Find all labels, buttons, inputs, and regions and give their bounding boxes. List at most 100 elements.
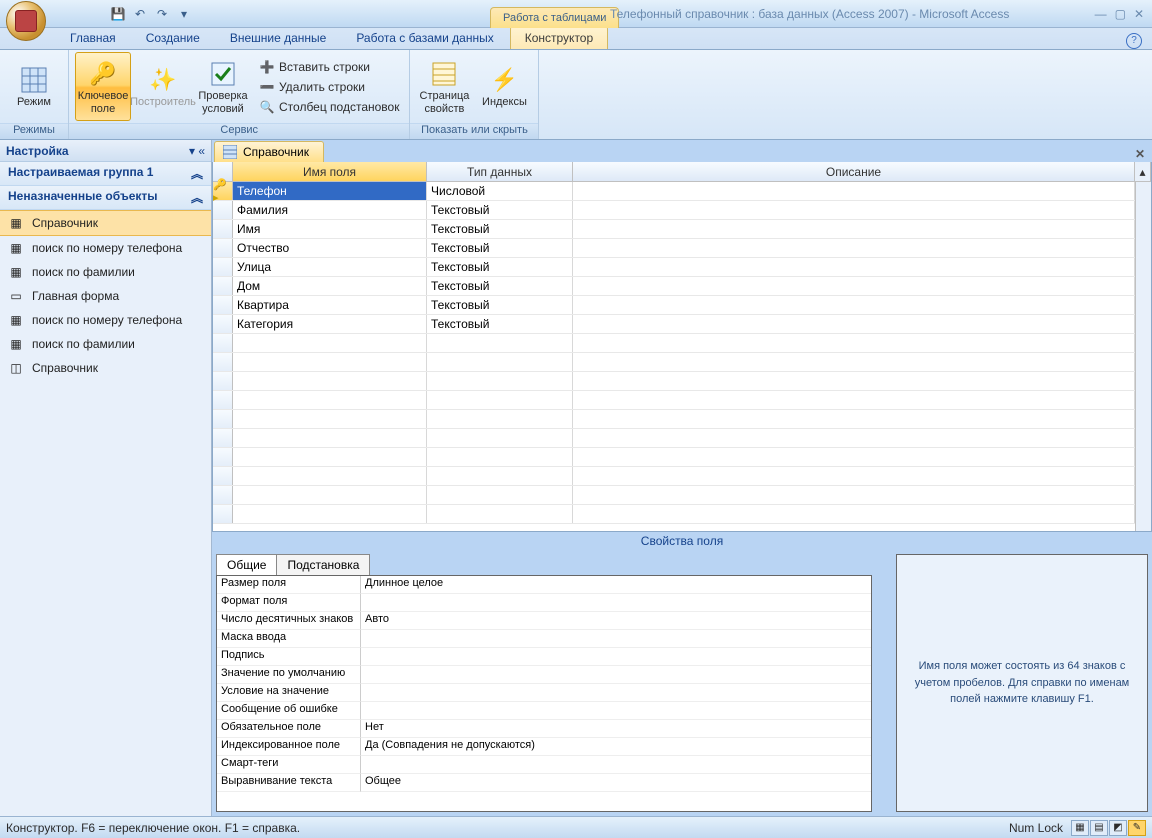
cell-datatype[interactable]: Текстовый: [427, 277, 573, 295]
property-value[interactable]: [361, 594, 871, 612]
tab-create[interactable]: Создание: [132, 27, 214, 49]
lookup-column-button[interactable]: 🔍Столбец подстановок: [255, 98, 403, 116]
property-value[interactable]: [361, 630, 871, 648]
row-selector[interactable]: [213, 334, 233, 352]
table-row[interactable]: [213, 486, 1135, 505]
save-icon[interactable]: 💾: [110, 6, 126, 22]
cell-fieldname[interactable]: Телефон: [233, 182, 427, 200]
cell-fieldname[interactable]: [233, 334, 427, 352]
chevron-down-icon[interactable]: ▾ «: [189, 144, 205, 158]
cell-description[interactable]: [573, 239, 1135, 257]
cell-datatype[interactable]: [427, 391, 573, 409]
cell-description[interactable]: [573, 429, 1135, 447]
row-selector[interactable]: [213, 315, 233, 333]
property-value[interactable]: [361, 702, 871, 720]
builder-button[interactable]: ✨ Построитель: [135, 52, 191, 121]
property-sheet-button[interactable]: Страница свойств: [416, 52, 472, 121]
cell-description[interactable]: [573, 258, 1135, 276]
property-grid[interactable]: Размер поля Длинное целоеФормат поля Чис…: [216, 575, 872, 812]
row-selector[interactable]: [213, 239, 233, 257]
view-design-button[interactable]: ✎: [1128, 820, 1146, 836]
tab-design[interactable]: Конструктор: [510, 26, 608, 49]
cell-datatype[interactable]: [427, 467, 573, 485]
row-selector[interactable]: [213, 429, 233, 447]
property-value[interactable]: Общее: [361, 774, 871, 792]
cell-description[interactable]: [573, 220, 1135, 238]
cell-description[interactable]: [573, 410, 1135, 428]
nav-item[interactable]: ▦поиск по фамилии: [0, 260, 211, 284]
view-pivotchart-button[interactable]: ◩: [1109, 820, 1127, 836]
cell-fieldname[interactable]: Отчество: [233, 239, 427, 257]
cell-datatype[interactable]: Текстовый: [427, 220, 573, 238]
nav-item[interactable]: ▦Справочник: [0, 210, 211, 236]
cell-description[interactable]: [573, 334, 1135, 352]
minimize-button[interactable]: —: [1095, 7, 1107, 21]
nav-group-custom[interactable]: Настраиваемая группа 1︽: [0, 162, 211, 186]
cell-datatype[interactable]: Текстовый: [427, 296, 573, 314]
view-datasheet-button[interactable]: ▦: [1071, 820, 1089, 836]
col-header-datatype[interactable]: Тип данных: [427, 162, 573, 182]
table-row[interactable]: 🔑▸ Телефон Числовой: [213, 182, 1135, 201]
insert-rows-button[interactable]: ➕Вставить строки: [255, 58, 403, 76]
delete-rows-button[interactable]: ➖Удалить строки: [255, 78, 403, 96]
property-row[interactable]: Выравнивание текста Общее: [217, 774, 871, 792]
cell-description[interactable]: [573, 391, 1135, 409]
row-selector[interactable]: [213, 467, 233, 485]
property-row[interactable]: Значение по умолчанию: [217, 666, 871, 684]
tab-general[interactable]: Общие: [216, 554, 277, 575]
property-value[interactable]: Да (Совпадения не допускаются): [361, 738, 871, 756]
table-row[interactable]: [213, 334, 1135, 353]
cell-datatype[interactable]: [427, 448, 573, 466]
tab-dbtools[interactable]: Работа с базами данных: [342, 27, 507, 49]
tab-external[interactable]: Внешние данные: [216, 27, 341, 49]
table-row[interactable]: Фамилия Текстовый: [213, 201, 1135, 220]
cell-fieldname[interactable]: [233, 429, 427, 447]
row-selector[interactable]: [213, 410, 233, 428]
cell-datatype[interactable]: Текстовый: [427, 258, 573, 276]
cell-datatype[interactable]: [427, 429, 573, 447]
row-selector[interactable]: [213, 448, 233, 466]
row-selector[interactable]: [213, 220, 233, 238]
help-icon[interactable]: ?: [1126, 33, 1142, 49]
row-selector[interactable]: [213, 391, 233, 409]
context-tab-tabletools[interactable]: Работа с таблицами: [490, 7, 619, 28]
close-tab-button[interactable]: ✕: [1132, 146, 1148, 162]
property-row[interactable]: Сообщение об ошибке: [217, 702, 871, 720]
cell-description[interactable]: [573, 182, 1135, 200]
qat-dropdown-icon[interactable]: ▾: [176, 6, 192, 22]
nav-item[interactable]: ◫Справочник: [0, 356, 211, 380]
cell-fieldname[interactable]: [233, 505, 427, 523]
scroll-up-icon[interactable]: ▴: [1135, 162, 1151, 182]
property-row[interactable]: Число десятичных знаков Авто: [217, 612, 871, 630]
property-value[interactable]: Авто: [361, 612, 871, 630]
cell-description[interactable]: [573, 372, 1135, 390]
cell-fieldname[interactable]: Имя: [233, 220, 427, 238]
undo-icon[interactable]: ↶: [132, 6, 148, 22]
cell-datatype[interactable]: [427, 353, 573, 371]
property-row[interactable]: Индексированное поле Да (Совпадения не д…: [217, 738, 871, 756]
row-selector[interactable]: 🔑▸: [213, 182, 233, 200]
property-row[interactable]: Условие на значение: [217, 684, 871, 702]
cell-description[interactable]: [573, 201, 1135, 219]
property-row[interactable]: Подпись: [217, 648, 871, 666]
cell-description[interactable]: [573, 353, 1135, 371]
cell-datatype[interactable]: [427, 334, 573, 352]
cell-datatype[interactable]: [427, 372, 573, 390]
table-row[interactable]: [213, 448, 1135, 467]
cell-description[interactable]: [573, 486, 1135, 504]
property-value[interactable]: [361, 648, 871, 666]
tab-lookup[interactable]: Подстановка: [276, 554, 370, 575]
property-value[interactable]: [361, 684, 871, 702]
table-row[interactable]: [213, 467, 1135, 486]
row-selector[interactable]: [213, 258, 233, 276]
object-tab-spravochnik[interactable]: Справочник: [214, 141, 324, 162]
navpane-header[interactable]: Настройка ▾ «: [0, 140, 211, 162]
row-selector[interactable]: [213, 372, 233, 390]
nav-group-unassigned[interactable]: Неназначенные объекты︽: [0, 186, 211, 210]
cell-fieldname[interactable]: [233, 391, 427, 409]
row-selector[interactable]: [213, 486, 233, 504]
cell-description[interactable]: [573, 467, 1135, 485]
property-value[interactable]: Длинное целое: [361, 576, 871, 594]
cell-fieldname[interactable]: Квартира: [233, 296, 427, 314]
cell-fieldname[interactable]: [233, 486, 427, 504]
